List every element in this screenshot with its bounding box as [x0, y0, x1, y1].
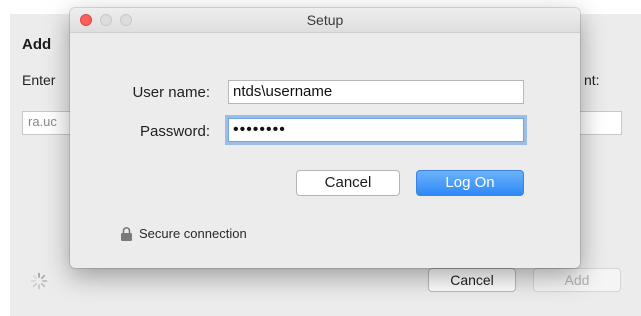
background-server-value: ra.uc: [28, 114, 57, 129]
background-prompt-suffix: nt:: [584, 72, 600, 88]
setup-dialog: Setup User name: ntds\username Password:…: [70, 8, 580, 268]
username-field[interactable]: ntds\username: [228, 80, 524, 104]
password-label: Password:: [139, 123, 210, 140]
background-prompt: Enter: [22, 72, 56, 88]
background-add-button: Add: [533, 268, 621, 292]
spinner-icon: [30, 272, 48, 290]
log-on-button[interactable]: Log On: [416, 170, 524, 196]
background-cancel-button[interactable]: Cancel: [428, 268, 516, 292]
lock-icon: [121, 227, 132, 241]
dialog-title: Setup: [306, 12, 344, 28]
title-bar: Setup: [70, 8, 580, 33]
password-field[interactable]: ••••••••: [228, 118, 524, 142]
background-title: Add: [22, 36, 52, 53]
secure-connection-label: Secure connection: [139, 226, 247, 241]
username-label: User name:: [132, 84, 210, 101]
cancel-button[interactable]: Cancel: [296, 170, 400, 196]
